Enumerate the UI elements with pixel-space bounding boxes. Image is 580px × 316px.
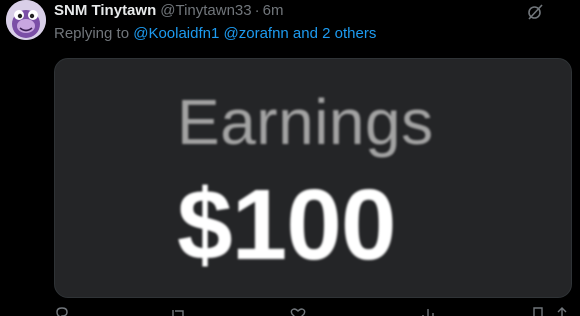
tweet-media-image[interactable]: Earnings $100: [54, 58, 572, 298]
timestamp[interactable]: 6m: [263, 2, 284, 19]
views-icon[interactable]: [420, 306, 436, 316]
action-bar: [54, 306, 572, 316]
like-icon[interactable]: [290, 306, 306, 316]
retweet-icon[interactable]: [170, 306, 186, 316]
earnings-title: Earnings: [177, 86, 434, 158]
replying-label: Replying to: [54, 25, 130, 42]
replying-to: Replying to @Koolaidfn1 @zorafnn and 2 o…: [54, 25, 376, 42]
display-name[interactable]: SNM Tinytawn: [54, 2, 156, 19]
mute-icon[interactable]: [526, 3, 544, 21]
earnings-value: $100: [177, 169, 396, 281]
tweet: SNM Tinytawn @Tinytawn33 · 6m Replying t…: [0, 0, 580, 316]
separator-dot: ·: [254, 2, 260, 19]
bookmark-icon[interactable]: [530, 306, 546, 316]
avatar-icon: [6, 0, 46, 40]
reply-icon[interactable]: [54, 306, 70, 316]
avatar[interactable]: [6, 0, 46, 40]
tweet-header: SNM Tinytawn @Tinytawn33 · 6m: [54, 2, 283, 22]
share-icon[interactable]: [554, 306, 570, 316]
user-handle[interactable]: @Tinytawn33: [160, 2, 251, 19]
replying-targets-link[interactable]: @Koolaidfn1 @zorafnn and 2 others: [133, 25, 376, 42]
